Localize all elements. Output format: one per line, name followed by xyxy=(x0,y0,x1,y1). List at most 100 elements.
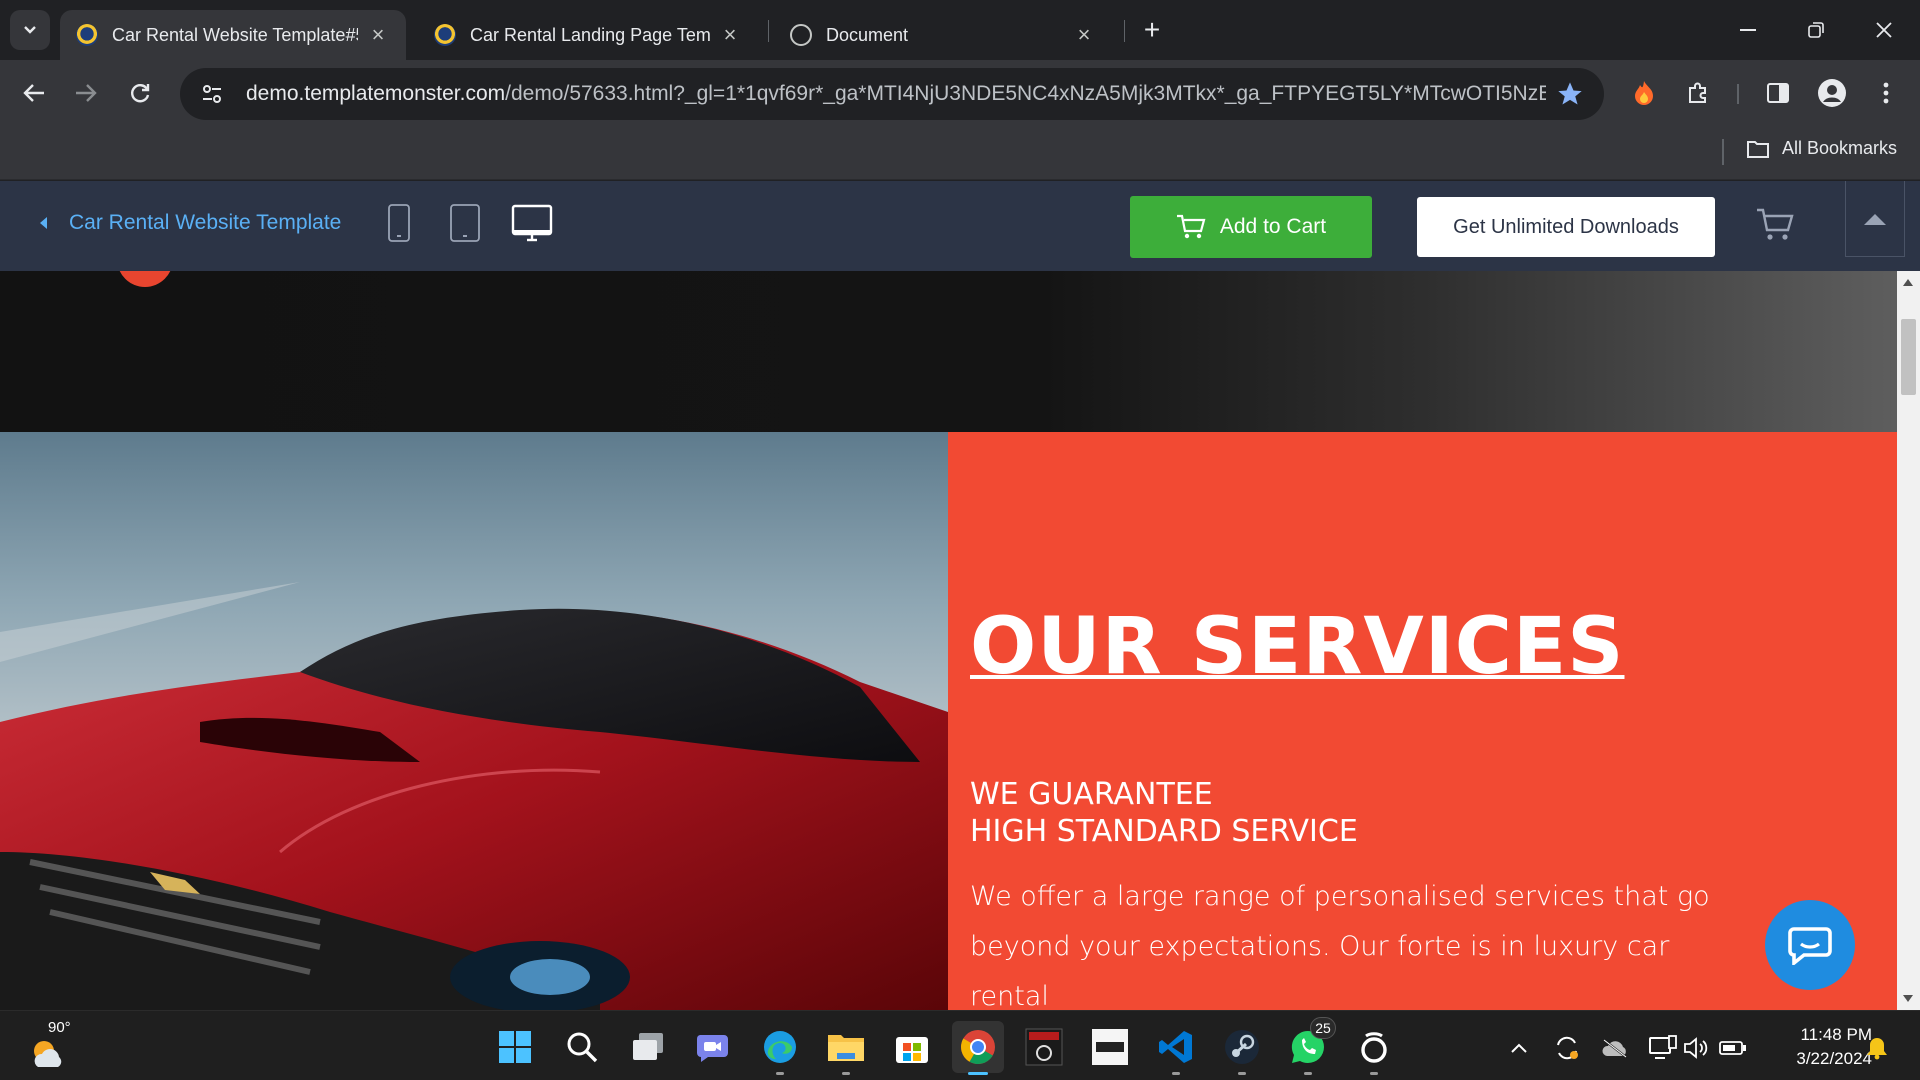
notification-badge: 25 xyxy=(1310,1017,1336,1039)
extension-fire-button[interactable] xyxy=(1624,73,1664,113)
toolbar-separator xyxy=(1737,84,1739,104)
bookmark-star-icon[interactable] xyxy=(1556,80,1584,108)
task-view-button[interactable] xyxy=(622,1021,674,1073)
notifications-button[interactable] xyxy=(1862,1033,1892,1063)
fifa-game-button[interactable] xyxy=(1084,1021,1136,1073)
weather-widget[interactable]: 90° xyxy=(28,1019,88,1069)
back-to-template-link[interactable]: Car Rental Website Template xyxy=(40,211,341,235)
weather-temperature: 90° xyxy=(48,1019,71,1036)
scrollbar-thumb[interactable] xyxy=(1901,319,1916,395)
speaker-icon xyxy=(1684,1037,1708,1059)
services-section: OUR SERVICES WE GUARANTEE HIGH STANDARD … xyxy=(948,432,1897,1010)
services-heading: OUR SERVICES xyxy=(970,602,1625,692)
running-indicator xyxy=(1172,1072,1180,1075)
running-indicator xyxy=(968,1072,988,1075)
chat-bubble-icon xyxy=(1788,927,1832,965)
tab-title: Car Rental Landing Page Templa xyxy=(470,24,710,45)
chevron-down-icon xyxy=(24,26,36,34)
reload-button[interactable] xyxy=(120,73,160,113)
get-unlimited-downloads-label: Get Unlimited Downloads xyxy=(1453,215,1679,238)
url-host: demo.templatemonster.com xyxy=(246,82,506,105)
subheading-line-2: HIGH STANDARD SERVICE xyxy=(970,814,1358,849)
edge-browser-button[interactable] xyxy=(754,1021,806,1075)
search-icon xyxy=(567,1032,598,1063)
bookmarks-separator xyxy=(1722,139,1724,165)
extensions-button[interactable] xyxy=(1678,73,1718,113)
desktop-view-button[interactable] xyxy=(510,203,554,243)
network-icon xyxy=(1649,1035,1677,1059)
sync-tray-button[interactable] xyxy=(1552,1033,1582,1063)
video-chat-icon xyxy=(696,1035,728,1062)
side-panel-button[interactable] xyxy=(1758,73,1798,113)
vscode-button[interactable] xyxy=(1150,1021,1202,1075)
minimize-icon xyxy=(1740,29,1756,31)
cart-button[interactable] xyxy=(1756,208,1796,244)
back-button[interactable] xyxy=(14,73,54,113)
shopping-cart-icon xyxy=(1176,214,1206,239)
app-ring-button[interactable] xyxy=(1348,1021,1400,1075)
steam-button[interactable] xyxy=(1216,1021,1268,1075)
pes-game-button[interactable] xyxy=(1018,1021,1070,1073)
globe-icon xyxy=(790,24,812,46)
address-bar[interactable]: demo.templatemonster.com/demo/57633.html… xyxy=(180,68,1604,120)
folder-icon xyxy=(1747,140,1769,158)
menu-button[interactable] xyxy=(1866,73,1906,113)
live-chat-button[interactable] xyxy=(1765,900,1855,990)
running-indicator xyxy=(1370,1072,1378,1075)
shopping-cart-icon xyxy=(1757,208,1794,240)
site-info-icon[interactable] xyxy=(192,74,232,114)
tablet-view-button[interactable] xyxy=(448,203,482,243)
chevron-up-icon xyxy=(1511,1043,1527,1053)
search-button[interactable] xyxy=(556,1021,608,1073)
add-to-cart-button[interactable]: Add to Cart xyxy=(1130,196,1372,258)
running-indicator xyxy=(776,1072,784,1075)
forward-button[interactable] xyxy=(66,73,106,113)
tab-car-rental-landing[interactable]: Car Rental Landing Page Templa × xyxy=(418,10,758,60)
page-scrollbar[interactable] xyxy=(1897,271,1920,1010)
scroll-up-arrow-icon[interactable] xyxy=(1903,279,1913,286)
site-logo[interactable] xyxy=(117,271,173,287)
scroll-down-arrow-icon[interactable] xyxy=(1903,995,1913,1002)
microsoft-store-button[interactable] xyxy=(886,1021,938,1073)
all-bookmarks-button[interactable]: All Bookmarks xyxy=(1746,138,1897,159)
arrow-right-icon xyxy=(76,84,97,102)
network-tray-button[interactable] xyxy=(1648,1033,1678,1063)
avatar-icon xyxy=(1818,79,1846,107)
all-bookmarks-label: All Bookmarks xyxy=(1782,138,1898,158)
teams-chat-button[interactable] xyxy=(688,1021,740,1073)
new-tab-button[interactable]: + xyxy=(1136,14,1168,46)
show-hidden-icons-button[interactable] xyxy=(1504,1033,1534,1063)
ring-app-icon xyxy=(1361,1032,1387,1063)
get-unlimited-downloads-button[interactable]: Get Unlimited Downloads xyxy=(1417,197,1715,257)
close-window-button[interactable] xyxy=(1850,0,1918,60)
reload-icon xyxy=(131,84,150,103)
running-indicator xyxy=(1304,1072,1312,1075)
system-clock[interactable]: 11:48 PM 3/22/2024 xyxy=(1762,1023,1872,1071)
close-tab-icon[interactable]: × xyxy=(366,22,390,47)
close-tab-icon[interactable]: × xyxy=(1072,22,1096,47)
flame-icon xyxy=(1635,81,1653,105)
subheading-line-1: WE GUARANTEE xyxy=(970,777,1213,812)
close-tab-icon[interactable]: × xyxy=(718,22,742,47)
tablet-icon xyxy=(450,204,480,242)
tab-search-button[interactable] xyxy=(10,10,50,50)
clock-date: 3/22/2024 xyxy=(1796,1049,1872,1068)
tab-document[interactable]: Document × xyxy=(774,10,1112,60)
task-view-icon xyxy=(633,1033,663,1060)
file-explorer-button[interactable] xyxy=(820,1021,872,1075)
minimize-button[interactable] xyxy=(1714,0,1782,60)
mobile-view-button[interactable] xyxy=(386,203,412,243)
game-app-icon xyxy=(1025,1028,1063,1066)
battery-tray-button[interactable] xyxy=(1718,1033,1748,1063)
profile-button[interactable] xyxy=(1812,73,1852,113)
whatsapp-button[interactable]: 25 xyxy=(1282,1017,1336,1075)
start-button[interactable] xyxy=(489,1021,541,1073)
restore-button[interactable] xyxy=(1782,0,1850,60)
onedrive-tray-button[interactable] xyxy=(1600,1033,1630,1063)
collapse-bar-button[interactable] xyxy=(1845,181,1905,257)
tab-car-rental-template[interactable]: Car Rental Website Template#5 × xyxy=(60,10,406,60)
chrome-button[interactable] xyxy=(952,1021,1004,1075)
back-to-template-label: Car Rental Website Template xyxy=(69,211,342,234)
volume-tray-button[interactable] xyxy=(1682,1033,1712,1063)
sync-icon xyxy=(1557,1036,1578,1060)
